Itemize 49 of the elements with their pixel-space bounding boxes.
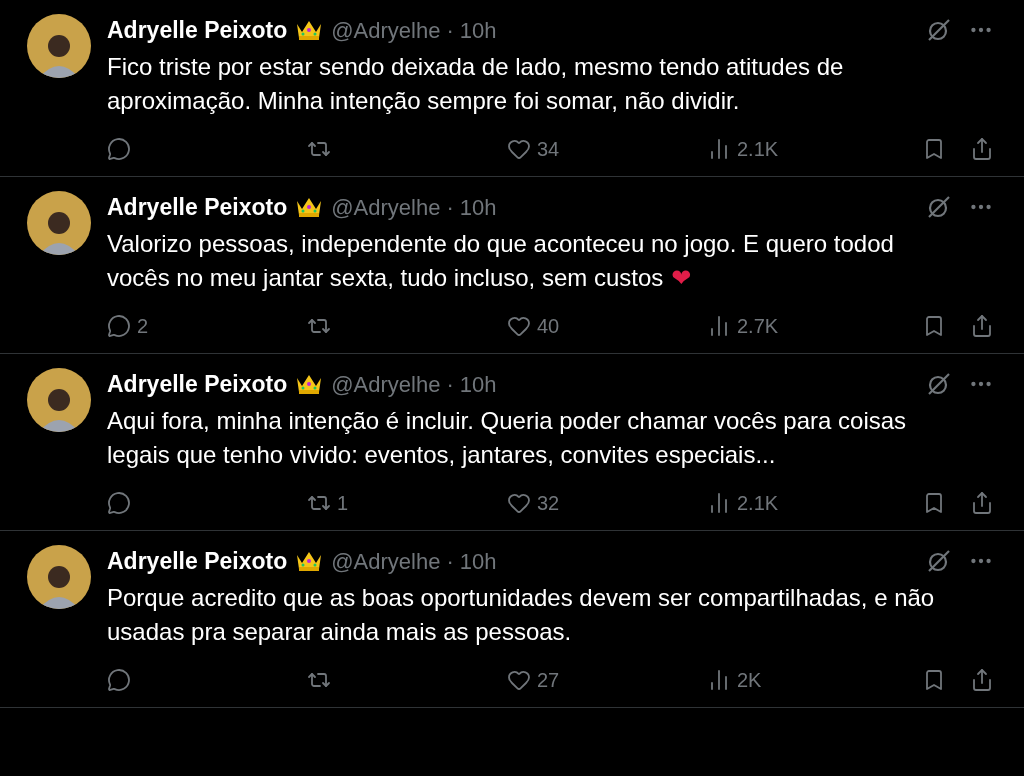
separator-dot: · <box>446 370 454 399</box>
share-icon[interactable] <box>970 491 994 515</box>
like-button[interactable]: 40 <box>507 311 560 341</box>
post-text: Aqui fora, minha intenção é incluir. Queria poder chamar vocês para coisas legais que tenho vivido: eventos, jantares, convites especiais... <box>107 407 907 468</box>
like-button[interactable]: 27 <box>507 665 560 695</box>
share-icon[interactable] <box>970 137 994 161</box>
repost-button[interactable]: 1 <box>307 488 349 518</box>
author-handle[interactable]: @Adryelhe <box>331 544 441 578</box>
post-time[interactable]: 10h <box>459 190 497 224</box>
post-time[interactable]: 10h <box>459 367 497 401</box>
views-button[interactable]: 2.7K <box>707 311 779 341</box>
author-name[interactable]: Adryelle Peixoto <box>107 12 288 48</box>
separator-dot: · <box>446 547 454 576</box>
reply-button[interactable]: 2 <box>107 311 149 341</box>
reply-icon <box>107 314 131 338</box>
like-icon <box>507 491 531 515</box>
reply-button[interactable] <box>107 668 131 692</box>
author-name[interactable]: Adryelle Peixoto <box>107 543 288 579</box>
reply-icon <box>107 491 131 515</box>
author-name[interactable]: Adryelle Peixoto <box>107 366 288 402</box>
separator-dot: · <box>446 193 454 222</box>
slashed-circle-icon[interactable] <box>926 371 952 397</box>
post-time[interactable]: 10h <box>459 544 497 578</box>
author-handle[interactable]: @Adryelhe <box>331 367 441 401</box>
slashed-circle-icon[interactable] <box>926 194 952 220</box>
reply-button[interactable] <box>107 137 131 161</box>
author-handle[interactable]: @Adryelhe <box>331 13 441 47</box>
like-icon <box>507 668 531 692</box>
views-button[interactable]: 2.1K <box>707 134 779 164</box>
like-icon <box>507 314 531 338</box>
like-button[interactable]: 34 <box>507 134 560 164</box>
views-button[interactable]: 2.1K <box>707 488 779 518</box>
author-handle[interactable]: @Adryelhe <box>331 190 441 224</box>
post-text: Porque acredito que as boas oportunidades devem ser compartilhadas, e não usadas pra separar ainda mais as pessoas. <box>107 584 935 645</box>
views-button[interactable]: 2K <box>707 665 762 695</box>
author-name[interactable]: Adryelle Peixoto <box>107 189 288 225</box>
like-icon <box>507 137 531 161</box>
post-text: Fico triste por estar sendo deixada de lado, mesmo tendo atitudes de aproximação. Minha intenção sempre foi somar, não dividir. <box>107 53 844 114</box>
slashed-circle-icon[interactable] <box>926 548 952 574</box>
reply-icon <box>107 668 131 692</box>
share-icon[interactable] <box>970 314 994 338</box>
like-button[interactable]: 32 <box>507 488 560 518</box>
share-icon[interactable] <box>970 668 994 692</box>
reply-icon <box>107 137 131 161</box>
slashed-circle-icon[interactable] <box>926 17 952 43</box>
reply-button[interactable] <box>107 491 131 515</box>
separator-dot: · <box>446 16 454 45</box>
post-time[interactable]: 10h <box>459 13 497 47</box>
post-text: Valorizo pessoas, independente do que aconteceu no jogo. E quero todod vocês no meu jantar sexta, tudo incluso, sem custos ❤ <box>107 230 894 291</box>
